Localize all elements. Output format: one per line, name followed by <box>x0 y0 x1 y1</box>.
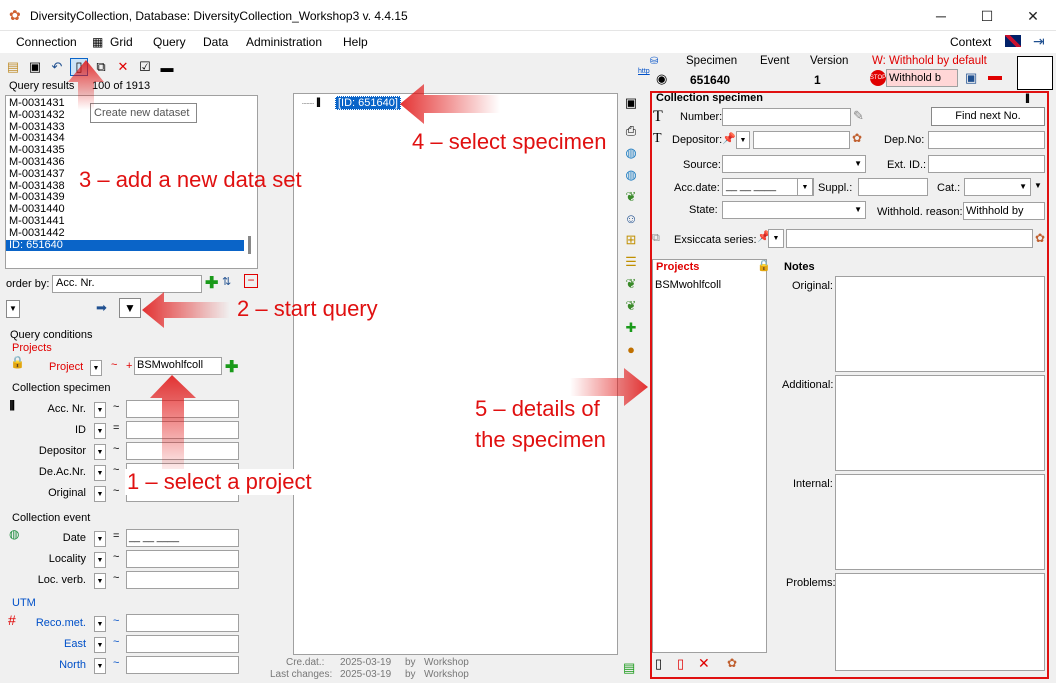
arrow-1 <box>150 375 196 480</box>
annotation-arrows <box>68 60 648 480</box>
arrow-2 <box>142 292 230 328</box>
annotation-2: 2 – start query <box>237 296 378 321</box>
arrow-4 <box>400 84 500 124</box>
annotation-1: 1 – select a project <box>125 469 314 495</box>
annotation-5-line1: 5 – details of <box>475 396 600 422</box>
arrow-3 <box>68 60 104 110</box>
annotation-5-line2: the specimen <box>475 427 606 453</box>
annotation-3: 3 – add a new data set <box>79 167 302 192</box>
annotation-4: 4 – select specimen <box>412 129 607 154</box>
